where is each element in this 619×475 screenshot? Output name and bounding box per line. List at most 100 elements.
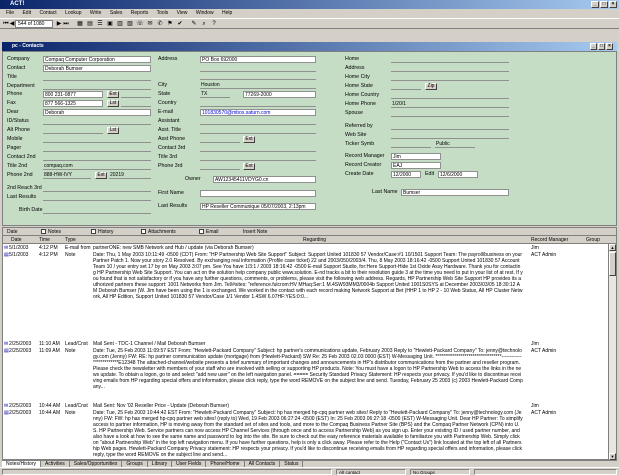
maximize-icon[interactable]: □ [600,1,608,8]
asst-title-field[interactable] [200,127,316,134]
assistant-field[interactable] [200,118,316,125]
meeting-icon[interactable]: ⚑ [166,20,174,28]
company-field[interactable]: Compaq Computer Corporation [43,56,151,63]
web-site-field[interactable] [391,132,509,139]
id-status-field[interactable] [43,118,151,125]
pager-field[interactable] [43,145,151,152]
dear-field[interactable]: Deborah [43,109,151,116]
filter-history[interactable]: History [91,229,114,235]
home-field[interactable] [391,56,509,63]
help-icon[interactable]: ? [210,20,218,28]
phone-2nd-field[interactable]: 888-HW-IVY [43,172,91,179]
address-line2-field[interactable] [200,65,316,72]
letter-icon[interactable]: ✉ [146,20,154,28]
column-regarding[interactable]: Regarding [303,236,326,244]
month-icon[interactable]: ▧ [126,20,134,28]
last-name-field[interactable]: Bumser [401,189,509,196]
menu-write[interactable]: Write [90,10,102,16]
menu-tools[interactable]: Tools [157,10,169,16]
phone-icon[interactable]: ☏ [136,20,144,28]
history-row[interactable]: ▤ 2/25/2003 11:09 AM Note Date: Tue, 25 … [3,348,608,402]
ticker-symbol-field[interactable] [391,141,431,148]
column-time[interactable]: Time [39,236,50,244]
column-date[interactable]: Date [11,236,22,244]
title-2nd-field[interactable]: compaq.com [43,163,151,170]
fax-field[interactable]: 877 566-1325 [43,100,103,107]
fax-ext-button[interactable]: Lst [107,100,119,107]
filter-notes[interactable]: Notes [41,229,61,235]
groups-icon[interactable]: ▤ [86,20,94,28]
owner-field[interactable]: AW12345411VDYG0.cn [213,176,316,183]
state-field[interactable]: TX [200,91,230,98]
last-record-icon[interactable]: ⏭ [62,20,70,28]
last-results-field-2[interactable]: HP Reseller Communique 05/07/2003, 2:13p… [200,203,316,210]
minimize-icon[interactable]: _ [591,1,599,8]
menu-edit[interactable]: Edit [22,10,31,16]
home-zip-button[interactable]: Zip [425,83,437,90]
public-field[interactable]: Public [435,141,475,148]
scroll-up-icon[interactable]: ▲ [609,244,616,251]
home-country-field[interactable] [391,92,509,99]
lookup-icon[interactable]: ⌕ [200,20,208,28]
call-icon[interactable]: ✆ [156,20,164,28]
asst-phone-field[interactable] [200,136,240,143]
phone-field[interactable]: 800 231-0877 [43,91,103,98]
department-field[interactable] [43,83,151,90]
menu-sales[interactable]: Sales [110,10,123,16]
email-field[interactable]: 101830570@mbox.saturn.com [200,109,316,116]
scroll-down-icon[interactable]: ▼ [609,453,616,460]
week-icon[interactable]: ▥ [116,20,124,28]
filter-attachments[interactable]: Attachments [141,229,176,235]
calendar-icon[interactable]: ▣ [106,20,114,28]
2nd-reach-field[interactable] [43,185,151,192]
menu-help[interactable]: Help [222,10,232,16]
menu-window[interactable]: Window [196,10,214,16]
history-scrollbar[interactable]: ▲ ▼ [608,244,616,460]
menu-file[interactable]: File [6,10,14,16]
title-field[interactable] [43,74,151,81]
home-address-field[interactable] [391,65,509,72]
task-list-icon[interactable]: ☰ [96,20,104,28]
contacts-icon[interactable]: ▦ [76,20,84,28]
phone-3rd-ext-button[interactable]: Ext [243,163,255,170]
contact-2nd-field[interactable] [43,154,151,161]
city-field[interactable]: Houston [200,82,316,89]
close-icon[interactable]: × [609,1,617,8]
phone-ext-field[interactable] [121,91,151,98]
address-line1-field[interactable]: PO Box 692000 [200,56,316,63]
note-icon[interactable]: ✎ [190,20,198,28]
last-results-field-1[interactable] [43,194,151,201]
child-maximize-icon[interactable]: □ [598,43,605,50]
title-3rd-field[interactable] [200,154,316,161]
spouse-field[interactable] [391,110,509,117]
history-row[interactable]: ✉ 2/25/2003 10:44 AM Lead/Cnst Mail Sent… [3,403,608,410]
child-minimize-icon[interactable]: _ [590,43,597,50]
home-phone-field[interactable]: 1/20/1 [391,101,509,108]
child-close-icon[interactable]: × [606,43,613,50]
birth-date-field[interactable] [43,207,151,214]
todo-icon[interactable]: ✔ [176,20,184,28]
phone-ext-button[interactable]: Ext [107,91,119,98]
contact-field[interactable]: Deborah Bumser [43,65,151,72]
column-group[interactable]: Group [586,236,600,244]
scroll-thumb[interactable] [609,252,616,276]
insert-note-button[interactable]: Insert Note [243,229,267,235]
column-type[interactable]: Type [65,236,76,244]
phone-2nd-ext-button[interactable]: Ext [95,172,107,179]
create-date-field[interactable]: 12/2000 [391,171,421,178]
address-line3-field[interactable] [200,73,316,80]
menu-lookup[interactable]: Lookup [65,10,81,16]
zip-field[interactable]: 77269-2000 [243,91,316,98]
record-manager-field[interactable]: Jim [391,153,441,160]
home-state-field[interactable] [391,83,421,90]
alt-phone-ext-button[interactable]: Lst [107,127,119,134]
country-field[interactable] [200,100,316,107]
column-record-manager[interactable]: Record Manager [531,236,568,244]
edit-date-field[interactable]: 12/6/2000 [438,171,478,178]
phone-2nd-ext-field[interactable]: 20219 [109,172,151,179]
filter-email[interactable]: Email [199,229,219,235]
phone-3rd-field[interactable] [200,163,240,170]
history-row[interactable]: ✉ 2/25/2003 11:10 AM Lead/Cnst Mail Sent… [3,341,608,348]
menu-reports[interactable]: Reports [131,10,149,16]
asst-phone-ext-button[interactable]: Ext [243,136,255,143]
